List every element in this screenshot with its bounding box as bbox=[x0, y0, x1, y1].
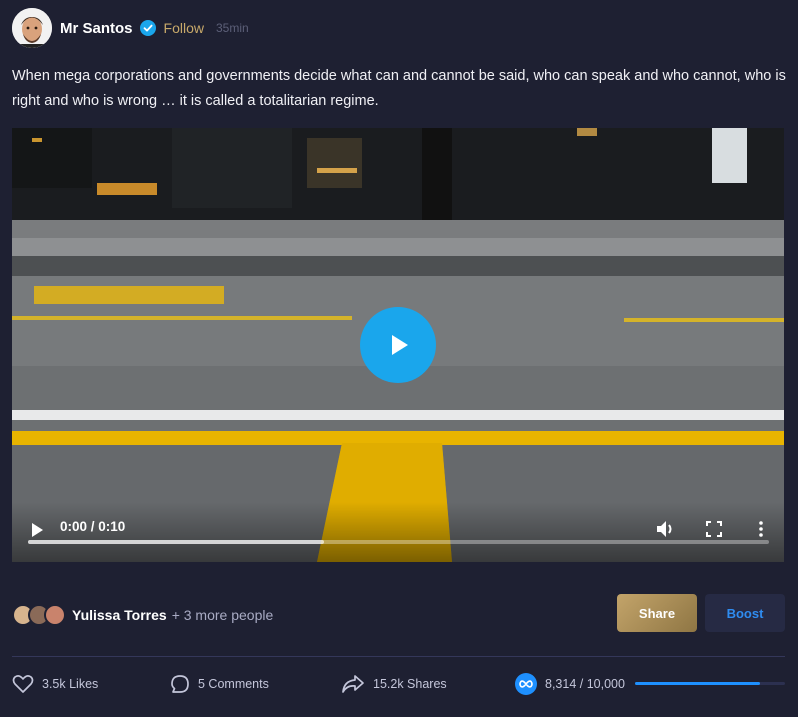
reacted-person-name[interactable]: Yulissa Torres bbox=[72, 607, 167, 623]
fullscreen-icon[interactable] bbox=[706, 521, 722, 537]
video-controls: 0:00 / 0:10 bbox=[12, 502, 784, 562]
likes-count: 3.5k Likes bbox=[42, 677, 99, 691]
verified-icon bbox=[139, 20, 156, 36]
video-timecode: 0:00 / 0:10 bbox=[60, 519, 126, 534]
share-button[interactable]: Share bbox=[617, 594, 697, 632]
video-progress-bar[interactable] bbox=[28, 540, 769, 544]
volume-icon[interactable] bbox=[656, 520, 676, 538]
post-timestamp: 35min bbox=[215, 21, 249, 35]
boost-progress-fill bbox=[635, 682, 760, 685]
author-avatar[interactable] bbox=[12, 8, 52, 48]
heart-icon bbox=[12, 675, 34, 693]
reacted-more-count[interactable]: + 3 more people bbox=[172, 607, 274, 623]
follow-button[interactable]: Follow bbox=[164, 20, 204, 36]
author-avatar-image bbox=[12, 8, 52, 48]
video-buffered-bar bbox=[28, 540, 325, 544]
more-options-icon[interactable] bbox=[757, 520, 765, 538]
boost-stat[interactable]: 8,314 / 10,000 bbox=[515, 672, 625, 696]
reacted-avatar bbox=[44, 604, 66, 626]
comments-count: 5 Comments bbox=[198, 677, 269, 691]
reacted-avatars bbox=[12, 603, 68, 627]
infinity-icon bbox=[515, 673, 537, 695]
video-player[interactable]: 0:00 / 0:10 bbox=[12, 128, 784, 562]
play-overlay-button[interactable] bbox=[360, 307, 436, 383]
boost-progress-text: 8,314 / 10,000 bbox=[545, 677, 625, 691]
post-header: Mr Santos Follow 35min bbox=[12, 8, 249, 48]
boost-button[interactable]: Boost bbox=[705, 594, 785, 632]
shares-count: 15.2k Shares bbox=[373, 677, 447, 691]
play-icon bbox=[392, 335, 408, 355]
author-name[interactable]: Mr Santos bbox=[60, 20, 133, 37]
post-text: When mega corporations and governments d… bbox=[12, 68, 786, 109]
shares-stat[interactable]: 15.2k Shares bbox=[341, 672, 447, 696]
likes-stat[interactable]: 3.5k Likes bbox=[12, 672, 98, 696]
boost-progress-bar bbox=[635, 682, 785, 685]
share-arrow-icon bbox=[342, 675, 364, 693]
reacted-people[interactable]: Yulissa Torres + 3 more people bbox=[12, 602, 273, 628]
stats-divider bbox=[12, 656, 785, 657]
post-card: Mr Santos Follow 35min When mega corpora… bbox=[0, 0, 798, 717]
comment-icon bbox=[171, 675, 189, 693]
play-control-icon[interactable] bbox=[30, 522, 44, 538]
comments-stat[interactable]: 5 Comments bbox=[170, 672, 269, 696]
